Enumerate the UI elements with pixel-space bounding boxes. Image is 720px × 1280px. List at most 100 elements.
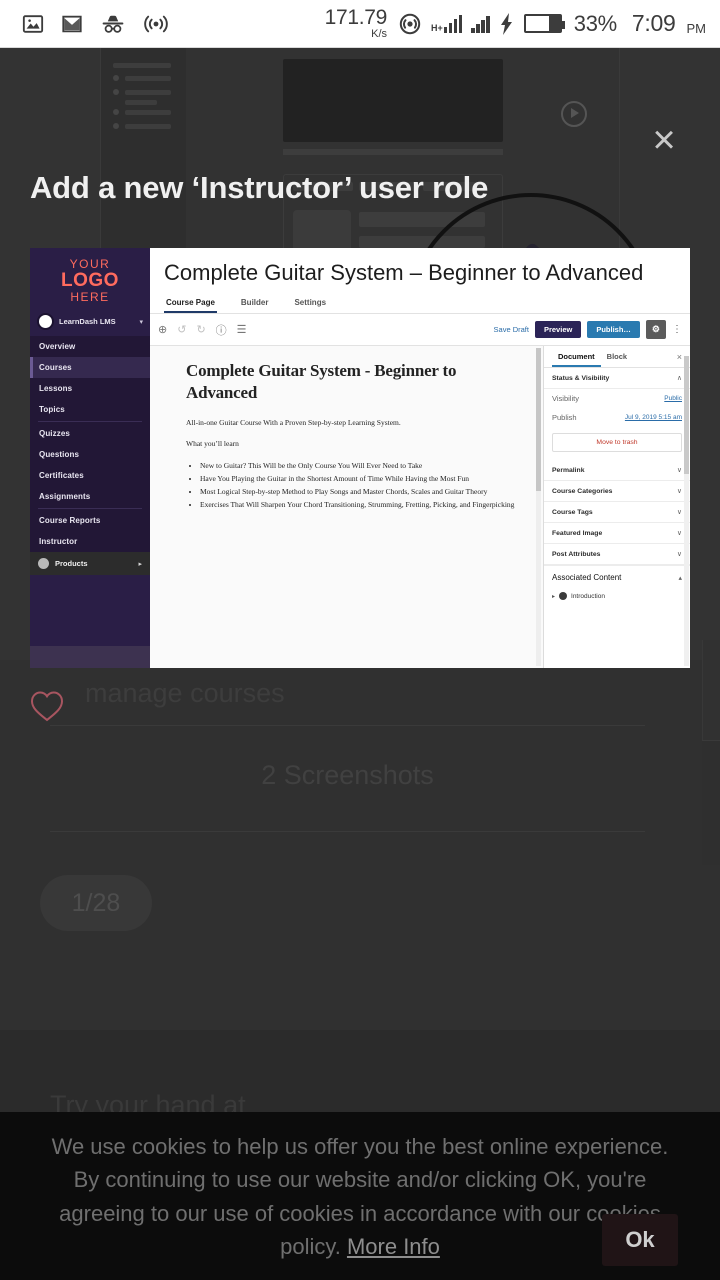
- account-switcher[interactable]: LearnDash LMS ▾: [30, 309, 150, 336]
- battery-percent: 33%: [573, 10, 617, 36]
- heart-icon[interactable]: [30, 690, 64, 722]
- redo-icon[interactable]: ↻: [196, 323, 205, 336]
- more-info-link[interactable]: More Info: [347, 1234, 440, 1259]
- undo-icon[interactable]: ↺: [177, 323, 186, 336]
- info-icon[interactable]: ⓘ: [216, 322, 227, 338]
- section-label: Permalink: [552, 466, 585, 474]
- chevron-down-icon: ▾: [139, 318, 143, 326]
- course-title: Complete Guitar System – Beginner to Adv…: [164, 260, 644, 285]
- section-label: Status & Visibility: [552, 374, 610, 382]
- sidebar-divider-2: [38, 508, 142, 510]
- panel-scrollbar[interactable]: [684, 356, 689, 666]
- avatar: [37, 313, 54, 331]
- section-course-tags[interactable]: Course Tags ∨: [544, 502, 690, 524]
- document-scrollbar[interactable]: [536, 348, 541, 666]
- list-item: New to Guitar? This Will be the Only Cou…: [200, 461, 519, 472]
- chevron-down-icon: ∨: [676, 551, 682, 559]
- sidebar-item-products[interactable]: Products ▸: [30, 552, 150, 576]
- gear-icon[interactable]: ⚙: [645, 320, 666, 340]
- listing-info-block: manage courses 2 Screenshots: [50, 660, 645, 832]
- tab-block[interactable]: Block: [601, 346, 633, 367]
- document-bullet-list: New to Guitar? This Will be the Only Cou…: [200, 461, 519, 511]
- signal-bars-2: [471, 15, 490, 33]
- section-label: Associated Content: [552, 573, 622, 583]
- screenshot-preview-card[interactable]: YOUR LOGO HERE LearnDash LMS ▾ Overview …: [30, 248, 690, 668]
- visibility-label: Visibility: [552, 394, 579, 404]
- cookie-ok-button[interactable]: Ok: [602, 1214, 678, 1266]
- network-speed-unit: K/s: [371, 28, 388, 40]
- document-intro: All-in-one Guitar Course With a Proven S…: [186, 417, 401, 427]
- hero-thumbnail: [293, 210, 351, 252]
- publish-button[interactable]: Publish…: [587, 321, 640, 339]
- preview-button[interactable]: Preview: [534, 321, 582, 339]
- section-label: Featured Image: [552, 529, 603, 537]
- sidebar-item-products-label: Products: [55, 559, 88, 569]
- associated-item-label: Introduction: [571, 592, 605, 600]
- section-course-categories[interactable]: Course Categories ∨: [544, 481, 690, 503]
- close-panel-icon[interactable]: ×: [677, 352, 682, 362]
- chevron-up-icon: ∧: [676, 375, 682, 383]
- chevron-right-icon: ▸: [138, 560, 142, 568]
- nfc-icon: [398, 12, 422, 36]
- add-block-icon[interactable]: ⊕: [158, 323, 167, 336]
- close-icon[interactable]: ×: [642, 118, 686, 162]
- tab-builder[interactable]: Builder: [239, 292, 271, 313]
- hero-progress-bar: [283, 149, 503, 155]
- sidebar-item-quizzes[interactable]: Quizzes: [30, 423, 150, 444]
- sidebar-item-questions[interactable]: Questions: [30, 444, 150, 465]
- logo-line-2: LOGO: [61, 269, 119, 291]
- sidebar-item-certificates[interactable]: Certificates: [30, 465, 150, 486]
- status-bar-notifications: [22, 13, 169, 35]
- section-status-visibility[interactable]: Status & Visibility ∧: [544, 368, 690, 390]
- hero-video-placeholder: [283, 59, 587, 142]
- play-icon: [561, 101, 587, 127]
- sidebar-item-assignments[interactable]: Assignments: [30, 486, 150, 507]
- page-title: Add a new ‘Instructor’ user role: [30, 170, 489, 205]
- box-icon: [38, 558, 49, 570]
- chevron-down-icon: ∨: [676, 509, 682, 517]
- expand-triangle-icon[interactable]: ▸: [552, 593, 555, 600]
- signal-1: H+: [431, 14, 463, 33]
- sidebar-item-courses[interactable]: Courses: [30, 357, 150, 379]
- network-speed-value: 171.79: [324, 6, 388, 29]
- logo-line-3: HERE: [70, 289, 110, 304]
- clock-time: 7:09: [631, 10, 676, 36]
- editor-body: Complete Guitar System - Beginner to Adv…: [150, 346, 690, 668]
- visibility-value[interactable]: Public: [664, 395, 682, 402]
- section-permalink[interactable]: Permalink ∨: [544, 460, 690, 482]
- list-view-icon[interactable]: ☰: [237, 323, 247, 336]
- publish-label: Publish: [552, 413, 577, 423]
- sidebar-menu: Overview Courses Lessons Topics Quizzes …: [30, 336, 150, 553]
- publish-date-value[interactable]: Jul 9, 2019 5:15 am: [625, 414, 682, 421]
- sidebar-item-instructor[interactable]: Instructor: [30, 531, 150, 552]
- tab-course-page[interactable]: Course Page: [164, 292, 217, 313]
- chevron-down-icon: ∨: [676, 530, 682, 538]
- pager-indicator: 1/28: [40, 875, 152, 931]
- screenshot-count-label: 2 Screenshots: [261, 760, 434, 790]
- move-to-trash-button[interactable]: Move to trash: [552, 433, 682, 453]
- learndash-sidebar: YOUR LOGO HERE LearnDash LMS ▾ Overview …: [30, 248, 150, 668]
- save-draft-button[interactable]: Save Draft: [494, 325, 529, 334]
- document-canvas[interactable]: Complete Guitar System - Beginner to Adv…: [150, 346, 544, 668]
- associated-content-item[interactable]: ▸ Introduction: [544, 589, 690, 603]
- account-name: LearnDash LMS: [59, 317, 116, 327]
- sidebar-item-overview[interactable]: Overview: [30, 336, 150, 357]
- tab-document[interactable]: Document: [552, 346, 601, 367]
- document-settings-panel: Document Block × Status & Visibility ∧ V…: [544, 346, 690, 668]
- more-options-icon[interactable]: ⋮: [672, 325, 682, 335]
- sidebar-divider: [38, 421, 142, 423]
- chevron-up-icon: ▴: [678, 574, 682, 582]
- section-post-attributes[interactable]: Post Attributes ∨: [544, 544, 690, 566]
- content-type-icon: [559, 592, 568, 601]
- logo-placeholder: YOUR LOGO HERE: [30, 248, 150, 309]
- publish-row[interactable]: Publish Jul 9, 2019 5:15 am: [544, 408, 690, 427]
- editor-toolbar-actions: Save Draft Preview Publish… ⚙ ⋮: [494, 320, 682, 340]
- sidebar-item-lessons[interactable]: Lessons: [30, 378, 150, 399]
- section-label: Post Attributes: [552, 550, 601, 558]
- sidebar-item-course-reports[interactable]: Course Reports: [30, 510, 150, 531]
- tab-settings[interactable]: Settings: [292, 292, 328, 313]
- visibility-row[interactable]: Visibility Public: [544, 389, 690, 408]
- section-featured-image[interactable]: Featured Image ∨: [544, 523, 690, 545]
- sidebar-item-topics[interactable]: Topics: [30, 399, 150, 420]
- section-associated-content[interactable]: Associated Content ▴: [544, 565, 690, 589]
